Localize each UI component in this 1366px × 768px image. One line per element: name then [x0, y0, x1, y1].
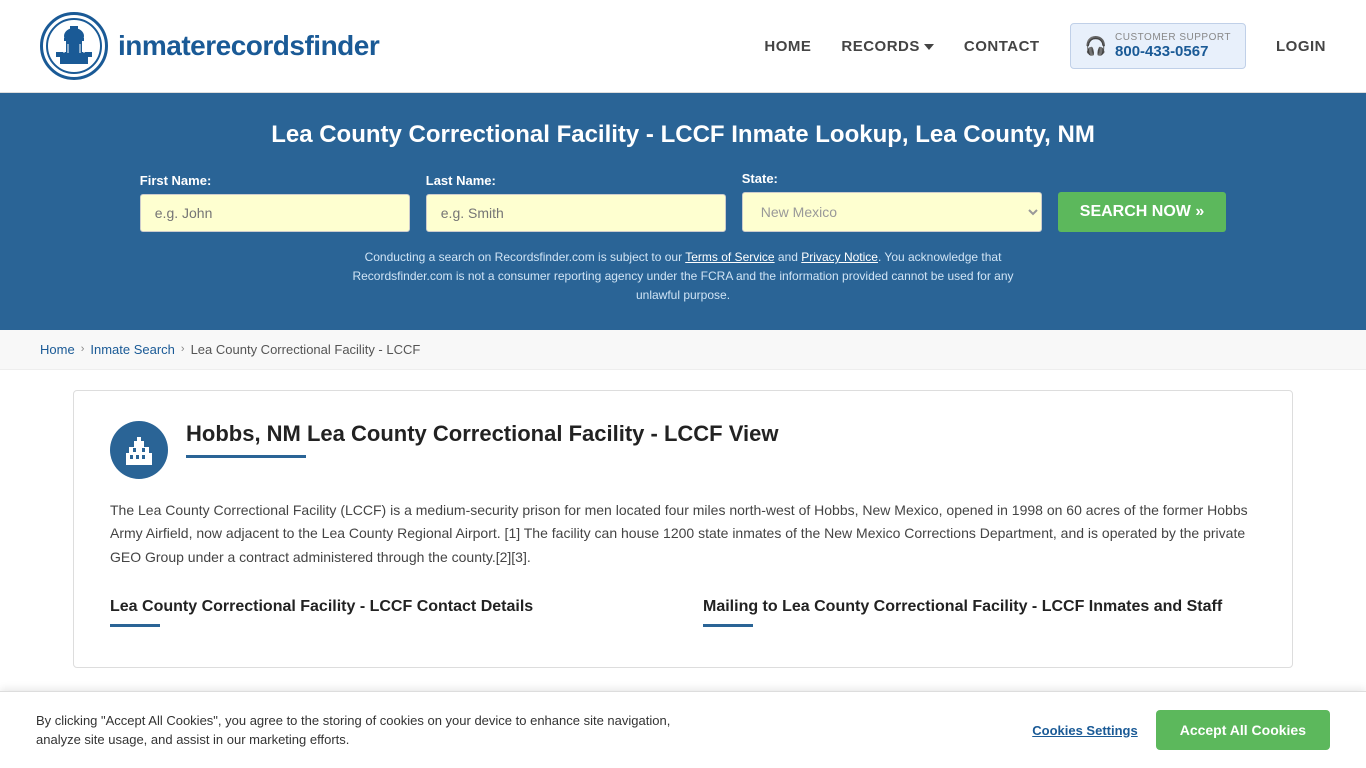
accept-cookies-button[interactable]: Accept All Cookies: [1156, 710, 1330, 750]
contact-section-underline: [110, 624, 160, 627]
title-underline: [186, 455, 306, 458]
search-form: First Name: Last Name: State: AlabamaAla…: [40, 171, 1326, 232]
logo-icon: [40, 12, 108, 80]
nav-contact[interactable]: CONTACT: [964, 38, 1040, 55]
nav-records-label: RECORDS: [841, 38, 920, 55]
banner-disclaimer: Conducting a search on Recordsfinder.com…: [343, 248, 1023, 306]
logo-area: inmaterecordsfinder: [40, 12, 379, 80]
terms-link[interactable]: Terms of Service: [685, 250, 774, 264]
banner-title: Lea County Correctional Facility - LCCF …: [40, 121, 1326, 149]
search-banner: Lea County Correctional Facility - LCCF …: [0, 93, 1366, 330]
facility-description: The Lea County Correctional Facility (LC…: [110, 499, 1256, 570]
facility-title-area: Hobbs, NM Lea County Correctional Facili…: [186, 421, 778, 458]
mailing-section-underline: [703, 624, 753, 627]
facility-header: Hobbs, NM Lea County Correctional Facili…: [110, 421, 1256, 479]
facility-building-icon: [122, 433, 156, 467]
cookie-text: By clicking "Accept All Cookies", you ag…: [36, 711, 716, 750]
breadcrumb-current: Lea County Correctional Facility - LCCF: [191, 342, 421, 357]
records-chevron-down-icon: [924, 44, 934, 50]
customer-support[interactable]: 🎧 CUSTOMER SUPPORT 800-433-0567: [1070, 23, 1246, 69]
support-label: CUSTOMER SUPPORT: [1115, 32, 1231, 43]
last-name-label: Last Name:: [426, 173, 496, 188]
privacy-link[interactable]: Privacy Notice: [801, 250, 878, 264]
contact-section-title: Lea County Correctional Facility - LCCF …: [110, 598, 663, 616]
logo-text: inmaterecordsfinder: [118, 30, 379, 62]
logo-svg: [46, 18, 102, 74]
cookie-actions: Cookies Settings Accept All Cookies: [1032, 710, 1330, 750]
cookie-banner: By clicking "Accept All Cookies", you ag…: [0, 691, 1366, 768]
contact-details-section: Lea County Correctional Facility - LCCF …: [110, 598, 663, 637]
breadcrumb-separator-2: ›: [181, 343, 185, 355]
first-name-input[interactable]: [140, 194, 410, 232]
first-name-label: First Name:: [140, 173, 212, 188]
nav-records[interactable]: RECORDS: [841, 38, 934, 55]
main-nav: HOME RECORDS CONTACT 🎧 CUSTOMER SUPPORT …: [764, 23, 1326, 69]
facility-main-title: Hobbs, NM Lea County Correctional Facili…: [186, 421, 778, 447]
breadcrumb: Home › Inmate Search › Lea County Correc…: [0, 330, 1366, 370]
mailing-section: Mailing to Lea County Correctional Facil…: [703, 598, 1256, 637]
state-label: State:: [742, 171, 778, 186]
last-name-group: Last Name:: [426, 173, 726, 232]
first-name-group: First Name:: [140, 173, 410, 232]
state-group: State: AlabamaAlaskaArizonaArkansasCalif…: [742, 171, 1042, 232]
state-select[interactable]: AlabamaAlaskaArizonaArkansasCaliforniaCo…: [742, 192, 1042, 232]
cookie-settings-button[interactable]: Cookies Settings: [1032, 723, 1137, 738]
headset-icon: 🎧: [1085, 36, 1107, 57]
support-text: CUSTOMER SUPPORT 800-433-0567: [1115, 32, 1231, 60]
main-content: Hobbs, NM Lea County Correctional Facili…: [33, 370, 1333, 688]
breadcrumb-home[interactable]: Home: [40, 342, 75, 357]
nav-login[interactable]: LOGIN: [1276, 38, 1326, 55]
breadcrumb-inmate-search[interactable]: Inmate Search: [90, 342, 175, 357]
two-column-section: Lea County Correctional Facility - LCCF …: [110, 598, 1256, 637]
nav-home[interactable]: HOME: [764, 38, 811, 55]
mailing-section-title: Mailing to Lea County Correctional Facil…: [703, 598, 1256, 616]
search-button[interactable]: SEARCH NOW »: [1058, 192, 1226, 232]
last-name-input[interactable]: [426, 194, 726, 232]
facility-icon: [110, 421, 168, 479]
content-card: Hobbs, NM Lea County Correctional Facili…: [73, 390, 1293, 668]
support-phone: 800-433-0567: [1115, 43, 1231, 60]
breadcrumb-separator-1: ›: [81, 343, 85, 355]
logo-normal-text: inmaterecords: [118, 30, 304, 61]
logo-bold-text: finder: [304, 30, 379, 61]
header: inmaterecordsfinder HOME RECORDS CONTACT…: [0, 0, 1366, 93]
